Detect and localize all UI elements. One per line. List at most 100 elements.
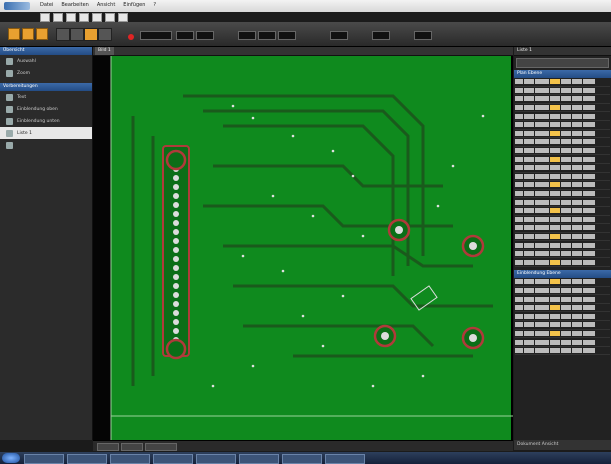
table-cell [535, 259, 549, 265]
menu-item-einfuegen[interactable]: Einfügen [123, 2, 145, 8]
taskbar-item-1[interactable] [24, 454, 64, 464]
table-row[interactable] [515, 104, 610, 113]
zoom-tool-button[interactable] [56, 28, 70, 41]
table-cell [583, 139, 595, 145]
table-cell [535, 313, 549, 319]
table-row[interactable] [515, 164, 610, 173]
table-cell [561, 199, 571, 205]
table-row[interactable] [515, 95, 610, 104]
left-item-overlay-top[interactable]: Einblendung oben [0, 103, 92, 115]
table-row[interactable] [515, 330, 610, 339]
table-row[interactable] [515, 147, 610, 156]
table-row[interactable] [515, 321, 610, 330]
camera-tool-button[interactable] [84, 28, 98, 41]
table-cell [550, 287, 560, 293]
measure-tool-button[interactable] [98, 28, 112, 41]
table-row[interactable] [515, 207, 610, 216]
record-icon[interactable] [128, 34, 134, 40]
table-row[interactable] [515, 87, 610, 96]
menu-item-datei[interactable]: Datei [40, 2, 53, 8]
grid-tool-button[interactable] [70, 28, 84, 41]
table-cell [515, 113, 523, 119]
field-8[interactable] [414, 31, 432, 40]
field-6[interactable] [330, 31, 348, 40]
image-viewer[interactable] [93, 56, 513, 440]
table-row[interactable] [515, 338, 610, 347]
table-row[interactable] [515, 198, 610, 207]
left-item-overlay-bottom[interactable]: Einblendung unten [0, 115, 92, 127]
undo-icon[interactable] [92, 13, 102, 22]
status-field-3[interactable] [145, 443, 177, 451]
table-row[interactable] [515, 190, 610, 199]
field-5[interactable] [278, 31, 296, 40]
table-row[interactable] [515, 224, 610, 233]
table-cell [535, 208, 549, 214]
taskbar-item-4[interactable] [153, 454, 193, 464]
table-cell [535, 296, 549, 302]
field-3[interactable] [238, 31, 256, 40]
layout-icon-3[interactable] [36, 28, 48, 40]
redo-icon[interactable] [105, 13, 115, 22]
table-cell [572, 339, 582, 345]
taskbar-item-6[interactable] [239, 454, 279, 464]
layout-icon-1[interactable] [8, 28, 20, 40]
table-row[interactable] [515, 312, 610, 322]
taskbar-item-3[interactable] [110, 454, 150, 464]
field-2[interactable] [196, 31, 214, 40]
table-row[interactable] [515, 287, 610, 296]
table-row[interactable] [515, 121, 610, 130]
table-row[interactable] [515, 347, 610, 356]
status-field-2[interactable] [121, 443, 143, 451]
table-row[interactable] [515, 241, 610, 250]
start-button[interactable] [2, 453, 20, 463]
field-7[interactable] [372, 31, 390, 40]
table-cell [515, 313, 523, 319]
left-item-list[interactable]: Liste 1 [0, 127, 92, 139]
print-icon[interactable] [79, 13, 89, 22]
viewer-tab[interactable]: Bild 1 [95, 47, 114, 55]
taskbar-item-5[interactable] [196, 454, 236, 464]
menu-item-help[interactable]: ? [153, 2, 156, 8]
table-row[interactable] [515, 155, 610, 164]
table-row[interactable] [515, 78, 610, 87]
field-1[interactable] [176, 31, 194, 40]
taskbar-item-7[interactable] [282, 454, 322, 464]
table-row[interactable] [515, 138, 610, 147]
left-item-zoom[interactable]: Zoom [0, 67, 92, 79]
menu-item-bearbeiten[interactable]: Bearbeiten [61, 2, 88, 8]
field-4[interactable] [258, 31, 276, 40]
left-item-text[interactable]: Text [0, 91, 92, 103]
taskbar-item-2[interactable] [67, 454, 107, 464]
table-cell [583, 173, 595, 179]
table-row[interactable] [515, 278, 610, 287]
status-field-1[interactable] [97, 443, 119, 451]
left-item-auswahl[interactable]: Auswahl [0, 55, 92, 67]
table-row[interactable] [515, 295, 610, 304]
table-cell [515, 305, 523, 311]
table-row[interactable] [515, 173, 610, 182]
mode-select[interactable] [140, 31, 172, 40]
table-cell [572, 305, 582, 311]
table-row[interactable] [515, 233, 610, 242]
table-cell [535, 139, 549, 145]
left-item-person[interactable] [0, 139, 92, 151]
table-row[interactable] [515, 112, 610, 121]
cursor-icon[interactable] [118, 13, 128, 22]
table-row[interactable] [515, 181, 610, 190]
table-row[interactable] [515, 304, 610, 313]
layout-icon-2[interactable] [22, 28, 34, 40]
table-row[interactable] [515, 258, 610, 268]
new-icon[interactable] [40, 13, 50, 22]
table-cell [572, 87, 582, 93]
right-tab[interactable]: Liste 1 [514, 47, 611, 56]
table-cell [583, 305, 595, 311]
open-icon[interactable] [53, 13, 63, 22]
table-cell [550, 182, 560, 188]
table-row[interactable] [515, 130, 610, 139]
menu-item-ansicht[interactable]: Ansicht [97, 2, 115, 8]
table-row[interactable] [515, 216, 610, 225]
save-icon[interactable] [66, 13, 76, 22]
table-row[interactable] [515, 250, 610, 259]
right-search-field[interactable] [516, 58, 609, 68]
taskbar-item-8[interactable] [325, 454, 365, 464]
